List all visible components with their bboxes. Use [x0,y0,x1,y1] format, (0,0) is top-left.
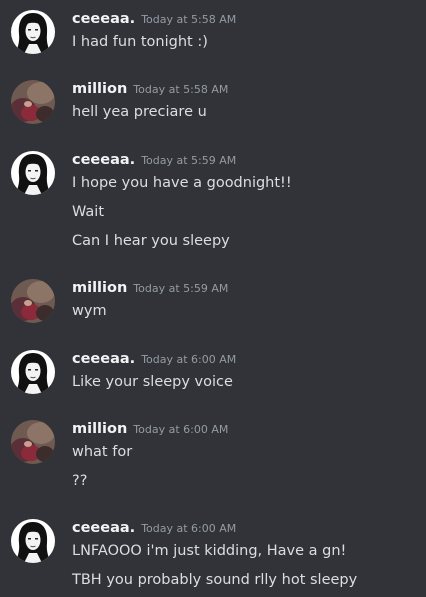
message-header: ceeeaa. Today at 5:58 AM [72,8,236,30]
million-avatar-icon[interactable] [11,279,55,323]
timestamp[interactable]: Today at 5:59 AM [133,282,228,295]
message-text: ?? [72,473,88,489]
username[interactable]: ceeeaa. [72,520,135,536]
ceeeaa-avatar-icon[interactable] [11,350,55,394]
timestamp[interactable]: Today at 5:58 AM [141,13,236,26]
timestamp[interactable]: Today at 6:00 AM [141,353,236,366]
message-header: million Today at 5:58 AM [72,78,228,100]
timestamp[interactable]: Today at 6:00 AM [133,423,228,436]
message-header: million Today at 6:00 AM [72,418,228,440]
message-text: I hope you have a goodnight!! [72,175,292,191]
message-header: ceeeaa. Today at 6:00 AM [72,517,236,539]
million-avatar-icon[interactable] [11,80,55,124]
ceeeaa-avatar-icon[interactable] [11,519,55,563]
message-text: LNFAOOO i'm just kidding, Have a gn! [72,543,347,559]
message-text: what for [72,444,133,460]
ceeeaa-avatar-icon[interactable] [11,10,55,54]
message-text: Can I hear you sleepy [72,233,230,249]
message-text: I had fun tonight :) [72,34,208,50]
million-avatar-icon[interactable] [11,420,55,464]
username[interactable]: million [72,280,127,296]
message-header: ceeeaa. Today at 5:59 AM [72,149,236,171]
message-text: TBH you probably sound rlly hot sleepy [72,572,358,588]
username[interactable]: million [72,421,127,437]
message-text: Like your sleepy voice [72,374,233,390]
username[interactable]: million [72,81,127,97]
timestamp[interactable]: Today at 5:59 AM [141,154,236,167]
message-header: million Today at 5:59 AM [72,277,228,299]
username[interactable]: ceeeaa. [72,351,135,367]
timestamp[interactable]: Today at 6:00 AM [141,522,236,535]
ceeeaa-avatar-icon[interactable] [11,151,55,195]
message-text: Wait [72,204,105,220]
username[interactable]: ceeeaa. [72,152,135,168]
username[interactable]: ceeeaa. [72,11,135,27]
message-text: hell yea preciare u [72,104,207,120]
message-header: ceeeaa. Today at 6:00 AM [72,348,236,370]
timestamp[interactable]: Today at 5:58 AM [133,83,228,96]
message-text: wym [72,303,107,319]
